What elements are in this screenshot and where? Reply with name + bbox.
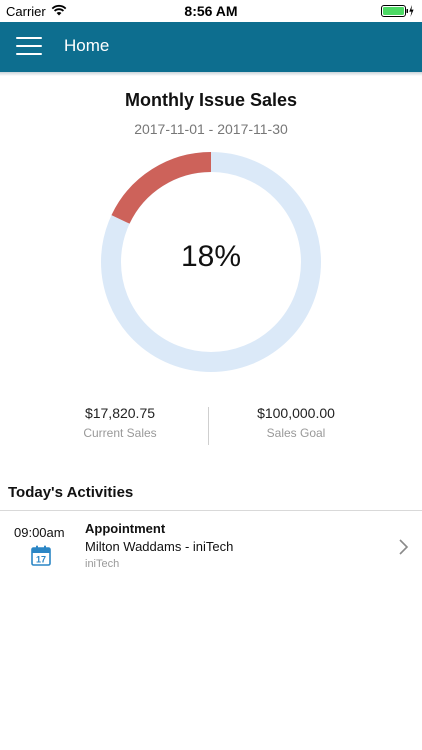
chevron-right-icon [399,539,409,555]
nav-bar: Home [0,22,422,72]
nav-shadow [0,72,422,76]
battery-icon [381,5,414,17]
calendar-icon: 17 [31,545,51,566]
donut-progress-arc [111,152,212,224]
current-sales-label: Current Sales [83,426,157,440]
sales-percentage: 18% [180,240,242,273]
activity-contact: Milton Waddams - iniTech [85,539,234,554]
sales-goal-stat: $100,000.00 Sales Goal [211,405,381,440]
chart-date-range: 2017-11-01 - 2017-11-30 [134,121,288,137]
charging-bolt-icon [409,5,414,17]
activity-row[interactable]: 09:00am 17 Appointment Milton Waddams - … [0,511,422,581]
status-time: 8:56 AM [184,3,238,19]
calendar-day: 17 [36,555,46,565]
current-sales-value: $17,820.75 [84,405,156,421]
page-title: Home [64,36,110,55]
current-sales-stat: $17,820.75 Current Sales [30,405,210,440]
status-bar: Carrier 8:56 AM [0,0,422,22]
sales-goal-label: Sales Goal [266,426,326,440]
activity-time: 09:00am [14,525,65,540]
activity-company: iniTech [85,558,120,570]
sales-stats: $17,820.75 Current Sales $100,000.00 Sal… [0,405,422,447]
hamburger-menu-icon[interactable] [16,37,42,57]
activities-section-title: Today's Activities [8,484,134,501]
stats-divider [208,407,209,445]
activity-type: Appointment [85,521,166,536]
chart-title: Monthly Issue Sales [124,90,298,110]
sales-goal-value: $100,000.00 [257,405,335,421]
